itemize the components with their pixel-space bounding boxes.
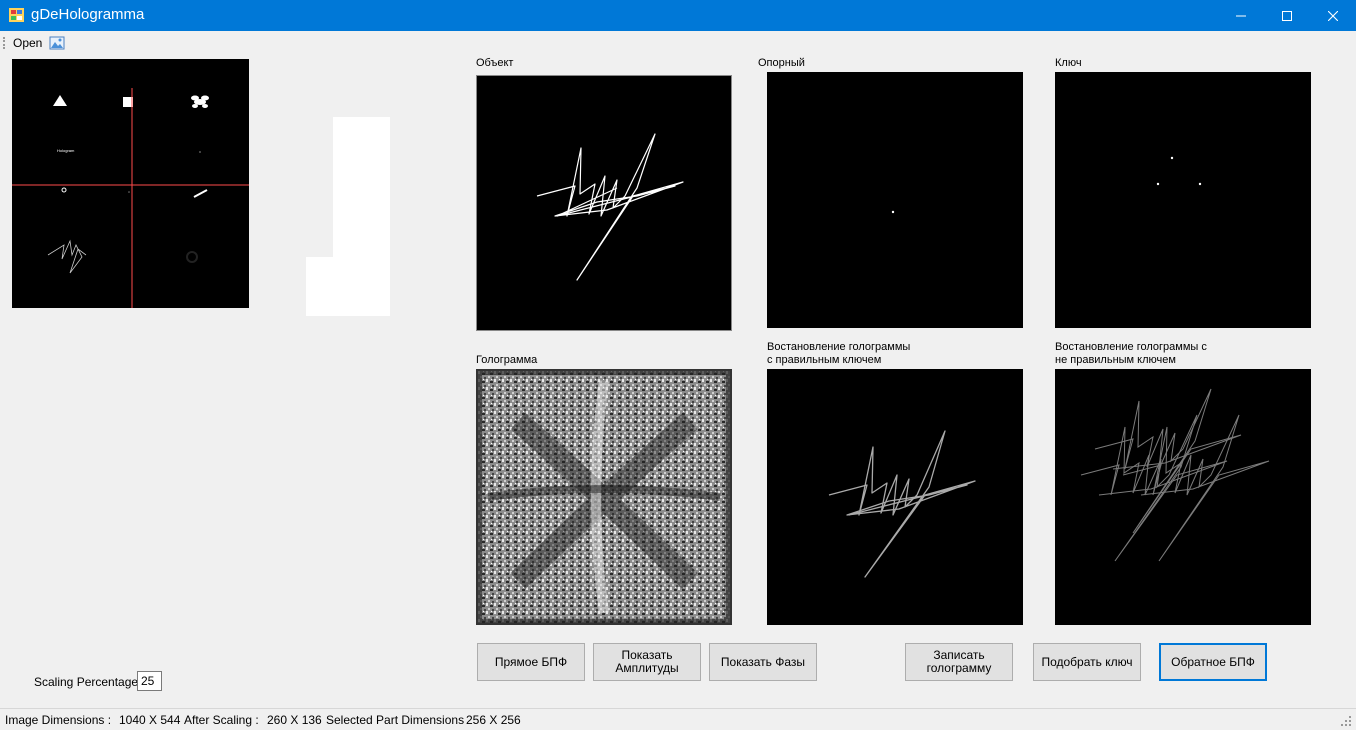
app-icon <box>9 8 24 22</box>
key-point <box>1156 182 1160 186</box>
key-panel <box>1055 72 1311 328</box>
toolbar-grip[interactable] <box>3 37 5 49</box>
inverse-fft-button[interactable]: Обратное БПФ <box>1159 643 1267 681</box>
status-bar: Image Dimensions : 1040 X 544 After Scal… <box>0 708 1356 730</box>
reference-panel <box>767 72 1023 328</box>
signature-object <box>536 133 684 281</box>
restored-signature-wrong <box>1080 388 1270 562</box>
reference-point <box>891 210 895 214</box>
scaling-percentage-label: Scaling Percentage <box>34 675 139 689</box>
key-label: Ключ <box>1055 57 1082 69</box>
restore-correct-label: Востановление голограммы с правильным кл… <box>767 341 911 366</box>
reference-label: Опорный <box>758 57 805 69</box>
source-image-preview[interactable]: Hologram <box>12 59 249 308</box>
open-menu[interactable]: Open <box>13 36 42 50</box>
maximize-icon <box>1282 10 1292 21</box>
selected-part-value: 256 X 256 <box>466 713 521 727</box>
restore-wrong-panel <box>1055 369 1311 625</box>
selected-part-label: Selected Part Dimensions <box>326 713 465 727</box>
scaling-percentage-input[interactable]: 25 <box>137 671 162 691</box>
hologram-label: Голограмма <box>476 354 538 366</box>
maximize-button[interactable] <box>1264 0 1310 31</box>
restore-wrong-label: Востановление голограммы с не правильным… <box>1055 341 1207 366</box>
after-scaling-label: After Scaling : <box>184 713 259 727</box>
picture-icon[interactable] <box>49 35 65 51</box>
minimize-button[interactable] <box>1218 0 1264 31</box>
minimize-icon <box>1236 15 1246 16</box>
bee-shape <box>191 95 209 108</box>
restore-correct-panel <box>767 369 1023 625</box>
write-hologram-button[interactable]: Записать голограмму <box>905 643 1013 681</box>
preview-caption: Hologram <box>57 148 75 153</box>
forward-fft-button[interactable]: Прямое БПФ <box>477 643 585 681</box>
pick-key-button[interactable]: Подобрать ключ <box>1033 643 1141 681</box>
resize-grip-icon[interactable] <box>1340 715 1352 730</box>
show-phases-button[interactable]: Показать Фазы <box>709 643 817 681</box>
menu-bar: Open <box>0 31 1356 55</box>
key-point <box>1170 156 1174 160</box>
hologram-pattern <box>478 371 730 623</box>
object-label: Объект <box>476 57 514 69</box>
object-panel <box>476 75 732 331</box>
restored-signature <box>828 430 976 578</box>
triangle-shape <box>53 95 67 106</box>
key-point <box>1198 182 1202 186</box>
after-scaling-value: 260 X 136 <box>267 713 322 727</box>
title-bar: gDeHologramma <box>0 0 1356 31</box>
show-amplitudes-button[interactable]: Показать Амплитуды <box>593 643 701 681</box>
close-icon <box>1328 10 1338 21</box>
close-button[interactable] <box>1310 0 1356 31</box>
selection-shape <box>306 117 390 316</box>
hologram-panel <box>476 369 732 625</box>
window-title: gDeHologramma <box>31 6 145 23</box>
image-dimensions-label: Image Dimensions : <box>5 713 112 727</box>
image-dimensions-value: 1040 X 544 <box>119 713 181 727</box>
